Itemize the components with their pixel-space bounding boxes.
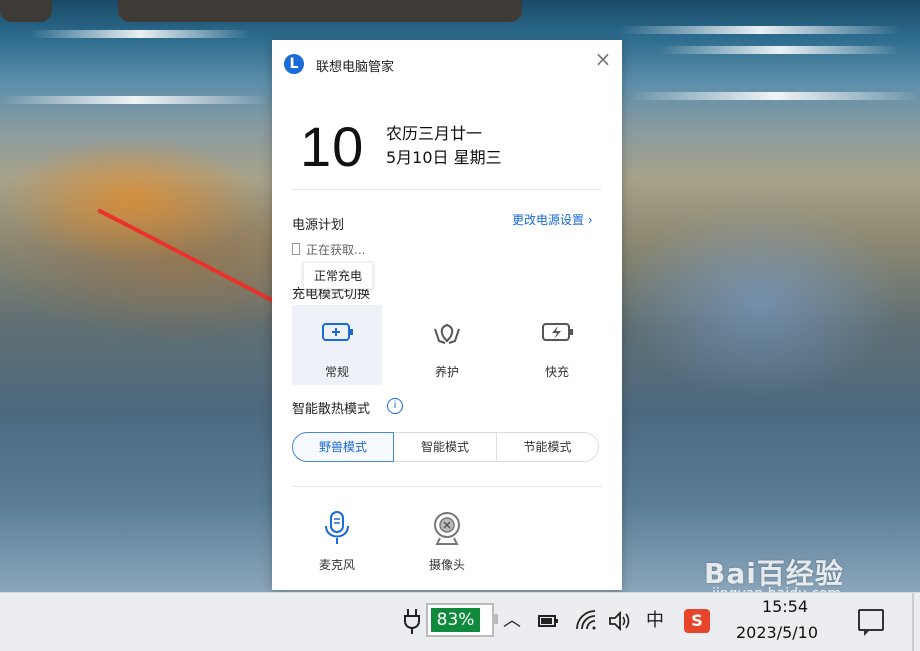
cooling-eco-mode[interactable]: 节能模式 (496, 432, 599, 462)
charge-mode-fast-label: 快充 (544, 365, 569, 379)
charge-mode-normal[interactable]: 常规 (292, 305, 382, 385)
rock (118, 0, 522, 22)
battery-small-icon (292, 243, 300, 255)
battery-fill: 83% (431, 608, 481, 632)
volume-icon[interactable] (606, 607, 634, 635)
day-number: 10 (300, 115, 365, 178)
ime-chinese-indicator[interactable]: 中 (642, 607, 668, 635)
charge-mode-care[interactable]: 养护 (402, 305, 492, 385)
battery-tip (494, 614, 498, 624)
wifi-icon[interactable] (573, 607, 599, 635)
laptop-battery-icon[interactable] (535, 607, 561, 635)
normal-charge-tooltip: 正常充电 (303, 262, 374, 289)
notification-center-icon[interactable] (858, 609, 884, 636)
wave-foam (30, 30, 250, 38)
rock (0, 0, 52, 22)
cooling-beast-mode[interactable]: 野兽模式 (292, 432, 394, 462)
cooling-mode-label: 智能散热模式 (292, 402, 371, 417)
app-title: 联想电脑管家 (316, 60, 395, 75)
divider (292, 189, 602, 190)
camera-label: 摄像头 (428, 558, 465, 572)
charge-mode-normal-label: 常规 (324, 365, 349, 379)
lenovo-manager-panel: L 联想电脑管家 × 10 农历三月廿一 5月10日 星期三 电源计划 更改电源… (272, 40, 622, 590)
wave-foam (660, 46, 900, 54)
battery-bolt-icon (542, 323, 573, 341)
microphone-toggle[interactable]: 麦克风 (302, 510, 372, 573)
power-plan-status: 正在获取... (292, 241, 365, 258)
clock-time[interactable]: 15:54 (762, 597, 808, 616)
microphone-icon (325, 511, 349, 544)
taskbar: 83% ︿ 中 S 15:54 2023/5/10 (0, 592, 920, 651)
change-power-settings-link[interactable]: 更改电源设置 › (512, 211, 593, 228)
power-plan-status-text: 正在获取... (306, 243, 366, 257)
wave-foam (630, 92, 920, 100)
close-button[interactable]: × (592, 48, 614, 70)
charge-mode-care-label: 养护 (434, 365, 459, 379)
clock-date[interactable]: 2023/5/10 (736, 623, 818, 642)
camera-disabled-icon (434, 512, 460, 545)
leaf-hands-icon (434, 323, 460, 344)
show-desktop-button[interactable] (912, 593, 914, 651)
chevron-up-icon[interactable]: ︿ (500, 607, 524, 635)
sogou-input-icon[interactable]: S (684, 609, 710, 633)
lunar-date: 农历三月廿一 (386, 124, 483, 143)
wave-foam (0, 96, 270, 104)
divider (292, 486, 602, 487)
power-plan-label: 电源计划 (292, 218, 345, 233)
gregorian-date: 5月10日 星期三 (386, 148, 502, 167)
power-plug-icon[interactable] (400, 607, 424, 635)
microphone-label: 麦克风 (318, 558, 355, 572)
wave-foam (620, 26, 900, 34)
lenovo-logo-icon: L (284, 54, 304, 74)
charge-mode-fast[interactable]: 快充 (512, 305, 602, 385)
camera-toggle[interactable]: 摄像头 (412, 510, 482, 573)
battery-indicator[interactable]: 83% (426, 603, 498, 637)
info-icon[interactable]: i (387, 398, 403, 414)
battery-plus-icon (322, 323, 353, 341)
cooling-smart-mode[interactable]: 智能模式 (393, 432, 497, 462)
